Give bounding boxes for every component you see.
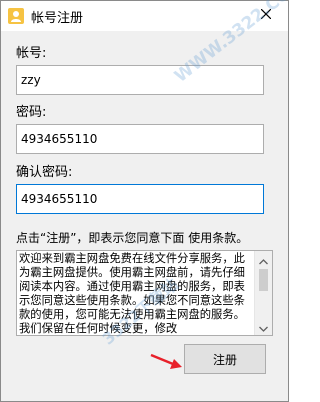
terms-scrollbar[interactable]: [254, 251, 272, 335]
terms-textbox[interactable]: 欢迎来到霸主网盘免费在线文件分享服务，此为霸主网盘提供。使用霸主网盘前，请先仔细…: [16, 250, 273, 336]
terms-text: 欢迎来到霸主网盘免费在线文件分享服务，此为霸主网盘提供。使用霸主网盘前，请先仔细…: [19, 252, 245, 334]
user-icon: [8, 8, 24, 24]
chevron-down-icon: [259, 317, 268, 336]
red-arrow-icon: [149, 351, 183, 375]
password-field[interactable]: [16, 124, 264, 154]
register-button[interactable]: 注册: [184, 344, 266, 374]
register-dialog: 帐号注册 帐号: 密码: 确认密码: 点击“注册”，即表示您同意下面 使用条款。…: [0, 0, 294, 402]
scroll-down-button[interactable]: [255, 318, 272, 335]
chevron-up-icon: [259, 250, 268, 269]
close-icon: [260, 4, 272, 23]
confirm-password-field[interactable]: [16, 184, 264, 214]
confirm-password-label: 确认密码:: [16, 165, 73, 180]
password-label: 密码:: [16, 105, 47, 120]
username-field[interactable]: [16, 65, 264, 95]
title-bar[interactable]: 帐号注册: [1, 1, 288, 31]
scroll-up-button[interactable]: [255, 251, 272, 268]
close-button[interactable]: [246, 2, 286, 24]
window-title: 帐号注册: [31, 11, 84, 26]
username-label: 帐号:: [16, 46, 47, 61]
scroll-thumb[interactable]: [259, 269, 268, 291]
terms-notice: 点击“注册”，即表示您同意下面 使用条款。: [16, 231, 249, 245]
